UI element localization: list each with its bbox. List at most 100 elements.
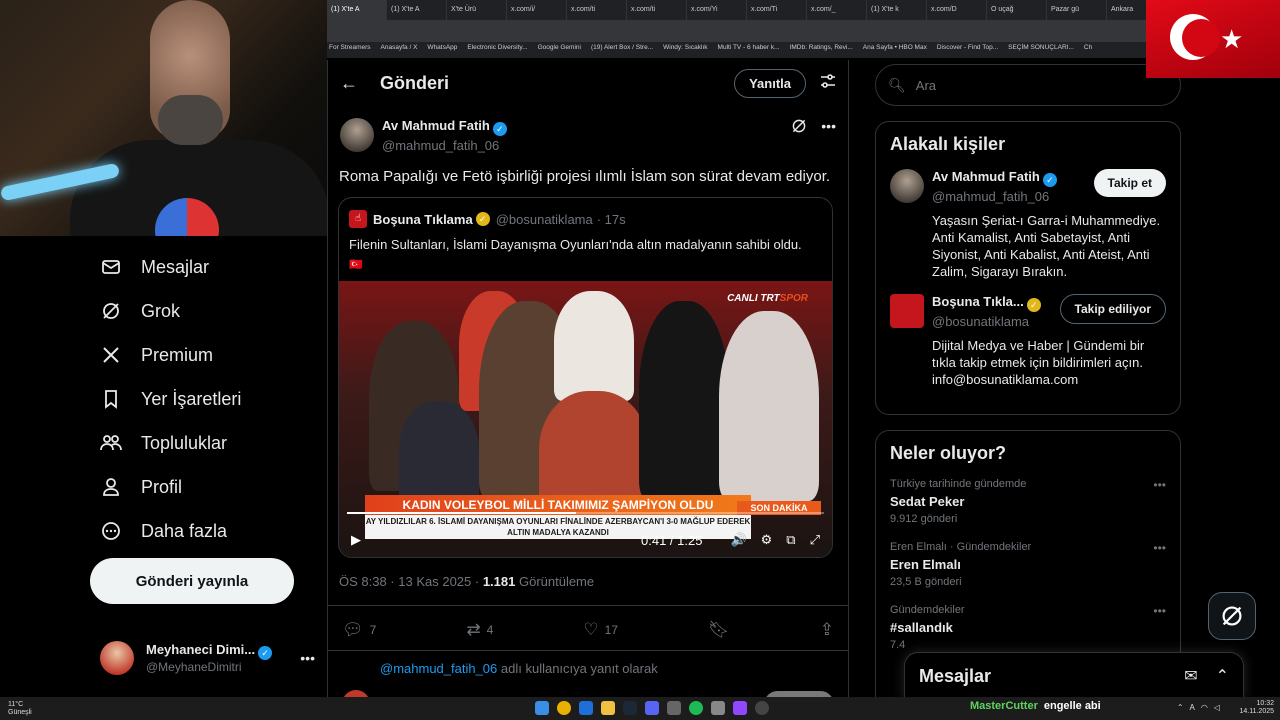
bookmark-item[interactable]: Windy: Sıcaklık [663, 44, 707, 56]
pip-icon[interactable]: ⧉ [786, 532, 795, 548]
browser-tab[interactable]: O uçağ [987, 0, 1047, 20]
app-icon[interactable] [755, 701, 769, 715]
reply-header-button[interactable]: Yanıtla [734, 68, 806, 98]
sidebar-item-communities[interactable]: Topluluklar [90, 421, 325, 465]
back-arrow-icon[interactable]: ← [340, 73, 380, 94]
browser-tab[interactable]: x.com/D [927, 0, 987, 20]
bookmark-item[interactable]: For Streamers [329, 44, 371, 56]
trend-item[interactable]: Eren Elmalı · Gündemdekiler Eren Elmalı … [890, 541, 1166, 588]
compose-post-button[interactable]: Gönderi yayınla [90, 558, 294, 604]
edge-icon[interactable] [579, 701, 593, 715]
bookmark-item[interactable]: Multi TV - 6 haber k... [718, 44, 780, 56]
bookmark-item[interactable]: Ana Sayfa • HBO Max [863, 44, 927, 56]
windows-start-icon[interactable] [535, 701, 549, 715]
weather-widget[interactable]: 11°C Güneşli [8, 701, 32, 717]
address-bar[interactable] [327, 20, 1146, 42]
related-person[interactable]: Boşuna Tıkla... ✓ @bosunatiklama Takip ed… [890, 294, 1166, 388]
browser-tab[interactable]: x.com/i/ [507, 0, 567, 20]
browser-tab[interactable]: x.com/ti [567, 0, 627, 20]
account-switcher[interactable]: Meyhaneci Dimi... ✓ @MeyhaneDimitri ••• [100, 636, 315, 680]
streaming-app-icon[interactable] [733, 701, 747, 715]
sidebar-item-bookmarks[interactable]: Yer İşaretleri [90, 377, 325, 421]
trend-item[interactable]: Gündemdekiler #sallandık 7.4 ••• [890, 604, 1166, 651]
quoted-text: Filenin Sultanları, İslami Dayanışma Oyu… [349, 237, 802, 252]
browser-tab[interactable]: x.com/Ti [747, 0, 807, 20]
follow-button[interactable]: Takip et [1093, 169, 1166, 197]
more-dots-icon[interactable]: ••• [1153, 541, 1166, 555]
sidebar-item-profile[interactable]: Profil [90, 465, 325, 509]
app-icon[interactable] [667, 701, 681, 715]
share-action[interactable]: ⇪ [820, 620, 834, 640]
more-dots-icon[interactable]: ••• [821, 118, 836, 137]
avatar[interactable] [340, 118, 374, 152]
bookmark-item[interactable]: Discover - Find Top... [937, 44, 998, 56]
person-header: Boşuna Tıkla... ✓ @bosunatiklama Takip ed… [932, 294, 1166, 329]
video-progress-bar[interactable] [347, 512, 824, 514]
related-people-card: Alakalı kişiler Av Mahmud Fatih ✓ @mahmud… [875, 121, 1181, 415]
wifi-icon[interactable]: ◠ [1201, 703, 1208, 712]
bookmark-item[interactable]: WhatsApp [427, 44, 457, 56]
steam-icon[interactable] [623, 701, 637, 715]
author-handle[interactable]: @mahmud_fatih_06 [382, 138, 507, 153]
video-player[interactable]: CANLI TRTSPOR KADIN VOLEYBOL MİLLİ TAKIM… [339, 281, 832, 557]
bookmark-item[interactable]: Anasayfa / X [381, 44, 418, 56]
bookmark-item[interactable]: Google Gemini [538, 44, 581, 56]
bookmark-item[interactable]: (19) Alert Box / Stre... [591, 44, 653, 56]
grok-floating-button[interactable] [1208, 592, 1256, 640]
spotify-icon[interactable] [689, 701, 703, 715]
author-name[interactable]: Av Mahmud Fatih [382, 118, 490, 133]
play-icon[interactable]: ▶ [351, 532, 361, 548]
bookmark-action[interactable]: 🔖︎ [708, 620, 730, 640]
browser-tab[interactable]: X'te Ürü [447, 0, 507, 20]
system-clock[interactable]: 10:32 14.11.2025 [1239, 700, 1274, 716]
sidebar-item-premium[interactable]: Premium [90, 333, 325, 377]
browser-tab[interactable]: Pazar gü [1047, 0, 1107, 20]
sidebar-item-messages[interactable]: Mesajlar [90, 245, 325, 289]
browser-tab[interactable]: x.com/ti [627, 0, 687, 20]
sidebar-item-label: Topluluklar [141, 432, 228, 453]
bookmark-item[interactable]: Electronic Diversity... [467, 44, 527, 56]
volume-icon[interactable]: 🔊 [730, 532, 746, 548]
grok-icon[interactable] [791, 118, 807, 137]
trend-item[interactable]: Türkiye tarihinde gündemde Sedat Peker 9… [890, 478, 1166, 525]
repost-action[interactable]: ⇄ 4 [466, 620, 493, 640]
chevron-up-icon[interactable]: ⌃ [1177, 703, 1184, 712]
volume-icon[interactable]: ◁ [1214, 703, 1220, 712]
reply-action[interactable]: 💬︎ 7 [342, 620, 376, 640]
browser-tab[interactable]: x.com/Yi [687, 0, 747, 20]
post-meta: ÖS 8:38 · 13 Kas 2025 · 1.181 Görüntülem… [328, 558, 848, 606]
bookmark-item[interactable]: Ch [1084, 44, 1092, 56]
following-button[interactable]: Takip ediliyor [1059, 294, 1166, 324]
more-dots-icon[interactable]: ••• [1153, 604, 1166, 618]
sidebar-item-more[interactable]: Daha fazla [90, 509, 325, 553]
search-box[interactable]: 🔍︎ Ara [875, 64, 1181, 106]
replying-handle[interactable]: @mahmud_fatih_06 [380, 661, 497, 676]
sliders-icon[interactable] [820, 73, 836, 94]
bookmark-item[interactable]: IMDb: Ratings, Revi... [790, 44, 853, 56]
chevron-up-icon[interactable]: ⌃ [1216, 666, 1229, 686]
browser-tab[interactable]: (1) X'te A [387, 0, 447, 20]
fullscreen-icon[interactable]: ⤢ [810, 532, 820, 548]
language-icon[interactable]: A [1190, 703, 1195, 712]
new-message-icon[interactable]: ✉︎ [1184, 666, 1197, 686]
browser-tab[interactable]: Ankara [1107, 0, 1146, 20]
discord-icon[interactable] [645, 701, 659, 715]
settings-gear-icon[interactable]: ⚙ [761, 532, 773, 548]
related-person[interactable]: Av Mahmud Fatih ✓ @mahmud_fatih_06 Takip … [890, 169, 1166, 280]
folder-icon[interactable] [601, 701, 615, 715]
account-handle: @MeyhaneDimitri [146, 660, 242, 674]
more-dots-icon[interactable]: ••• [1153, 478, 1166, 492]
chrome-icon[interactable] [557, 701, 571, 715]
channel-suffix: SPOR [779, 293, 808, 304]
app-icon[interactable] [711, 701, 725, 715]
trend-count: 7.4 [890, 639, 906, 651]
post-timestamp[interactable]: ÖS 8:38 · 13 Kas 2025 · [339, 574, 483, 589]
browser-tab[interactable]: x.com/_ [807, 0, 867, 20]
like-action[interactable]: ♡ 17 [583, 620, 618, 640]
messages-drawer[interactable]: Mesajlar ✉︎ ⌃ [904, 652, 1244, 700]
bookmark-item[interactable]: SEÇİM SONUÇLARI... [1008, 44, 1074, 56]
quoted-post[interactable]: ☝ Boşuna Tıklama ✓ @bosunatiklama · 17s … [338, 197, 833, 558]
browser-tab[interactable]: (1) X'te A [327, 0, 387, 20]
browser-tab[interactable]: (1) X'te k [867, 0, 927, 20]
sidebar-item-grok[interactable]: Grok [90, 289, 325, 333]
